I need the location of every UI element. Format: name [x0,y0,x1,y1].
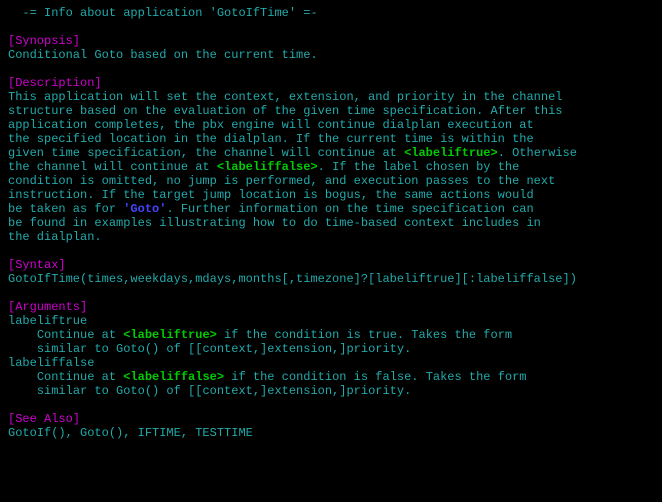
desc-l11: the dialplan. [8,230,102,244]
desc-l9a: be taken as for [8,202,123,216]
syntax-text: GotoIfTime(times,weekdays,mdays,months[,… [8,272,577,286]
arg-lt-l1b: if the condition is true. Takes the form [217,328,512,342]
labeliffalse-tag: <labeliffalse> [217,160,318,174]
arg-lt-tag: <labeliftrue> [123,328,217,342]
desc-l5b: . Otherwise [498,146,577,160]
arg-lt-l1a: Continue at [8,328,123,342]
desc-l6a: the channel will continue at [8,160,217,174]
section-synopsis: [Synopsis] [8,34,80,48]
labeliftrue-tag: <labeliftrue> [404,146,498,160]
arg-lt-name: labeliftrue [8,314,87,328]
terminal-output: -= Info about application 'GotoIfTime' =… [8,6,654,440]
desc-l7: condition is omitted, no jump is perform… [8,174,555,188]
arg-lf-l1a: Continue at [8,370,123,384]
arg-lf-tag: <labeliffalse> [123,370,224,384]
arg-lf-l2: similar to Goto() of [[context,]extensio… [8,384,411,398]
desc-l3: application completes, the pbx engine wi… [8,118,534,132]
arg-lt-l2: similar to Goto() of [[context,]extensio… [8,342,411,356]
desc-l9b: . Further information on the time specif… [166,202,533,216]
section-seealso: [See Also] [8,412,80,426]
desc-l1: This application will set the context, e… [8,90,563,104]
desc-l10: be found in examples illustrating how to… [8,216,541,230]
goto-ref: 'Goto' [123,202,166,216]
section-arguments: [Arguments] [8,300,87,314]
desc-l2: structure based on the evaluation of the… [8,104,563,118]
arg-lf-name: labeliffalse [8,356,94,370]
seealso-text: GotoIf(), Goto(), IFTIME, TESTTIME [8,426,253,440]
synopsis-text: Conditional Goto based on the current ti… [8,48,318,62]
desc-l5a: given time specification, the channel wi… [8,146,404,160]
arg-lf-l1b: if the condition is false. Takes the for… [224,370,526,384]
desc-l8: instruction. If the target jump location… [8,188,534,202]
section-description: [Description] [8,76,102,90]
desc-l4: the specified location in the dialplan. … [8,132,534,146]
desc-l6b: . If the label chosen by the [318,160,520,174]
section-syntax: [Syntax] [8,258,66,272]
title-line: -= Info about application 'GotoIfTime' =… [8,6,318,20]
